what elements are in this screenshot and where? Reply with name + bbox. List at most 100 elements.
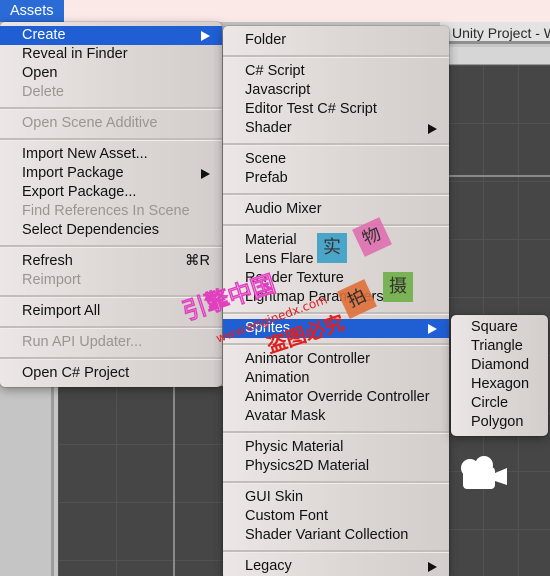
menu-item-label: Select Dependencies bbox=[22, 222, 160, 238]
menu-item-label: Legacy bbox=[245, 558, 292, 574]
menu-separator bbox=[223, 307, 449, 319]
menu-separator bbox=[0, 102, 222, 114]
menu-separator bbox=[223, 426, 449, 438]
menu-item-run-api-updater: Run API Updater... bbox=[0, 333, 222, 352]
menu-item-prefab[interactable]: Prefab bbox=[223, 169, 449, 188]
scene-view[interactable] bbox=[58, 386, 230, 576]
menu-item-create[interactable]: Create bbox=[0, 26, 222, 45]
menu-item-material[interactable]: Material bbox=[223, 231, 449, 250]
scene-axis-line bbox=[448, 175, 550, 177]
menu-item-label: Shader bbox=[245, 120, 292, 136]
menu-item-reimport-all[interactable]: Reimport All bbox=[0, 302, 222, 321]
menu-item-folder[interactable]: Folder bbox=[223, 31, 449, 50]
menu-item-sprites[interactable]: Sprites bbox=[223, 319, 449, 338]
menu-item-animator-controller[interactable]: Animator Controller bbox=[223, 350, 449, 369]
assets-menu: Create Reveal in Finder Open Delete Open Sce… bbox=[0, 22, 222, 387]
menu-item-label: Physics2D Material bbox=[245, 458, 370, 474]
menu-item-reveal-in-finder[interactable]: Reveal in Finder bbox=[0, 45, 222, 64]
menu-item-refresh[interactable]: Refresh ⌘R bbox=[0, 252, 222, 271]
menu-item-hexagon[interactable]: Hexagon bbox=[451, 375, 548, 394]
menu-item-label: C# Script bbox=[245, 63, 305, 79]
menu-item-label: Editor Test C# Script bbox=[245, 101, 377, 117]
menu-item-gui-skin[interactable]: GUI Skin bbox=[223, 488, 449, 507]
menu-item-label: Lens Flare bbox=[245, 251, 314, 267]
menu-item-label: Create bbox=[22, 27, 66, 43]
shortcut-label: ⌘R bbox=[185, 253, 210, 269]
menu-item-label: Sprites bbox=[245, 320, 291, 336]
menu-item-label: Refresh bbox=[22, 253, 73, 269]
menu-item-lightmap-parameters[interactable]: Lightmap Parameters bbox=[223, 288, 449, 307]
menu-separator bbox=[0, 290, 222, 302]
menu-item-label: Render Texture bbox=[245, 270, 344, 286]
menu-item-scene[interactable]: Scene bbox=[223, 150, 449, 169]
menu-item-legacy[interactable]: Legacy bbox=[223, 557, 449, 576]
menu-item-label: Export Package... bbox=[22, 184, 137, 200]
menu-item-javascript[interactable]: Javascript bbox=[223, 81, 449, 100]
menubar-assets[interactable]: Assets bbox=[0, 0, 64, 22]
menu-item-import-new-asset[interactable]: Import New Asset... bbox=[0, 145, 222, 164]
scene-divider bbox=[173, 386, 175, 576]
menu-item-label: Open C# Project bbox=[22, 365, 130, 381]
menu-item-label: Import New Asset... bbox=[22, 146, 148, 162]
submenu-arrow-icon bbox=[428, 324, 437, 334]
menu-item-shader[interactable]: Shader bbox=[223, 119, 449, 138]
create-submenu: Folder C# Script Javascript Editor Test C# … bbox=[223, 26, 449, 576]
menu-item-label: Hexagon bbox=[471, 376, 530, 392]
menu-item-physic-material[interactable]: Physic Material bbox=[223, 438, 449, 457]
menu-item-render-texture[interactable]: Render Texture bbox=[223, 269, 449, 288]
menu-item-label: Delete bbox=[22, 84, 64, 100]
menu-item-triangle[interactable]: Triangle bbox=[451, 337, 548, 356]
menu-item-import-package[interactable]: Import Package bbox=[0, 164, 222, 183]
menu-separator bbox=[223, 338, 449, 350]
menu-separator bbox=[223, 476, 449, 488]
menu-item-label: Reveal in Finder bbox=[22, 46, 128, 62]
menu-item-label: Material bbox=[245, 232, 297, 248]
menu-item-animator-override-controller[interactable]: Animator Override Controller bbox=[223, 388, 449, 407]
submenu-arrow-icon bbox=[201, 169, 210, 179]
menu-item-label: Run API Updater... bbox=[22, 334, 143, 350]
menu-item-avatar-mask[interactable]: Avatar Mask bbox=[223, 407, 449, 426]
submenu-arrow-icon bbox=[428, 124, 437, 134]
menu-separator bbox=[223, 219, 449, 231]
menu-item-label: Animator Controller bbox=[245, 351, 370, 367]
menu-item-label: Animation bbox=[245, 370, 310, 386]
menu-item-export-package[interactable]: Export Package... bbox=[0, 183, 222, 202]
menu-item-shader-variant-collection[interactable]: Shader Variant Collection bbox=[223, 526, 449, 545]
menu-separator bbox=[223, 138, 449, 150]
menu-separator bbox=[223, 545, 449, 557]
menu-item-lens-flare[interactable]: Lens Flare bbox=[223, 250, 449, 269]
menu-separator bbox=[223, 50, 449, 62]
menu-item-diamond[interactable]: Diamond bbox=[451, 356, 548, 375]
submenu-arrow-icon bbox=[428, 562, 437, 572]
menu-item-label: Find References In Scene bbox=[22, 203, 190, 219]
menu-item-physics2d-material[interactable]: Physics2D Material bbox=[223, 457, 449, 476]
menu-item-square[interactable]: Square bbox=[451, 318, 548, 337]
menu-separator bbox=[0, 352, 222, 364]
menu-item-c-script[interactable]: C# Script bbox=[223, 62, 449, 81]
menu-item-delete: Delete bbox=[0, 83, 222, 102]
menu-item-label: Physic Material bbox=[245, 439, 344, 455]
hierarchy-panel bbox=[0, 386, 54, 576]
menu-item-label: Animator Override Controller bbox=[245, 389, 430, 405]
menu-bar: Assets bbox=[0, 0, 550, 22]
menu-item-label: Folder bbox=[245, 32, 287, 48]
camera-gizmo-icon[interactable] bbox=[459, 455, 515, 491]
menu-item-circle[interactable]: Circle bbox=[451, 394, 548, 413]
menu-item-editor-test-c-script[interactable]: Editor Test C# Script bbox=[223, 100, 449, 119]
menu-item-audio-mixer[interactable]: Audio Mixer bbox=[223, 200, 449, 219]
menu-item-find-references-in-scene: Find References In Scene bbox=[0, 202, 222, 221]
menu-item-label: Lightmap Parameters bbox=[245, 289, 384, 305]
menu-item-open-c-project[interactable]: Open C# Project bbox=[0, 364, 222, 383]
sprites-submenu: Square Triangle Diamond Hexagon Circle Polygo… bbox=[451, 315, 548, 436]
menu-item-select-dependencies[interactable]: Select Dependencies bbox=[0, 221, 222, 240]
menu-item-open-scene-additive: Open Scene Additive bbox=[0, 114, 222, 133]
menu-item-label: Triangle bbox=[471, 338, 523, 354]
menu-item-custom-font[interactable]: Custom Font bbox=[223, 507, 449, 526]
menu-item-animation[interactable]: Animation bbox=[223, 369, 449, 388]
menu-item-open[interactable]: Open bbox=[0, 64, 222, 83]
menu-separator bbox=[0, 240, 222, 252]
menu-item-label: Custom Font bbox=[245, 508, 328, 524]
menu-separator bbox=[0, 321, 222, 333]
menu-item-polygon[interactable]: Polygon bbox=[451, 413, 548, 432]
menu-item-reimport: Reimport bbox=[0, 271, 222, 290]
